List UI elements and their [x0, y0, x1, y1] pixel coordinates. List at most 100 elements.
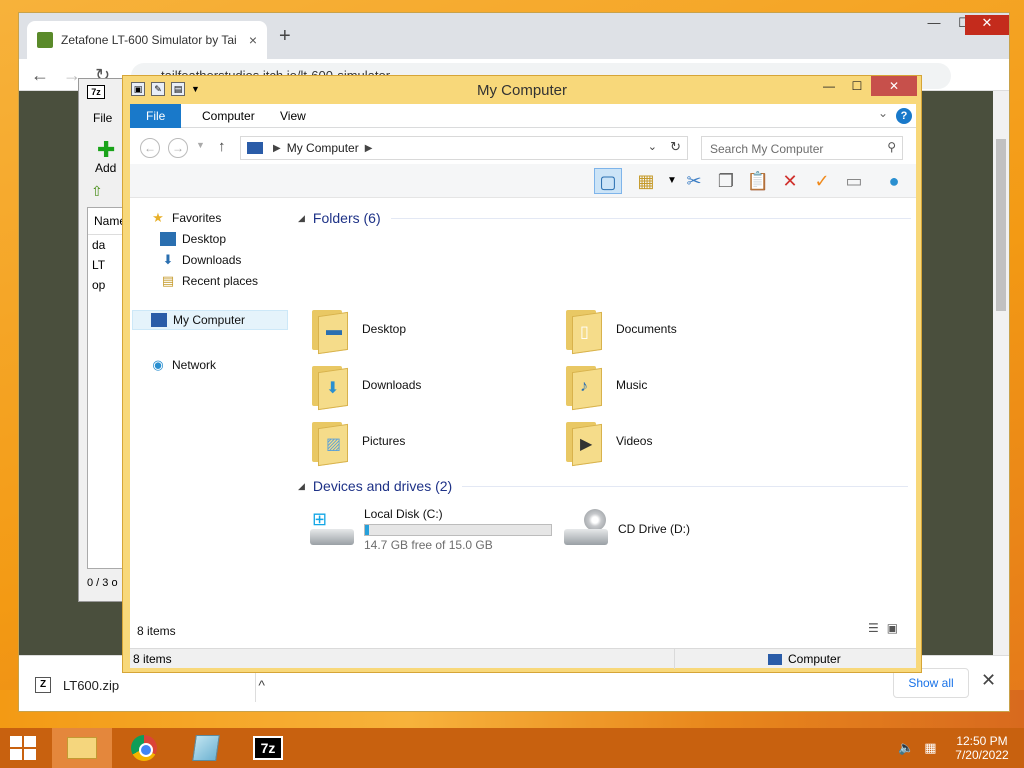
status-bar: 8 items Computer: [130, 648, 916, 669]
tab-file[interactable]: File: [130, 104, 182, 128]
volume-muted-icon[interactable]: 🔈: [898, 740, 914, 756]
address-path[interactable]: My Computer: [287, 141, 359, 155]
system-tray: 🔈 ▦: [898, 740, 936, 756]
up-arrow-icon[interactable]: ↑: [218, 138, 226, 155]
folder-icon: ▶: [564, 418, 604, 467]
search-input[interactable]: Search My Computer ⚲: [701, 136, 903, 160]
back-button[interactable]: ←: [140, 138, 160, 158]
maximize-button[interactable]: ☐: [843, 76, 871, 96]
browser-tab[interactable]: Zetafone LT-600 Simulator by Tai ×: [27, 21, 267, 59]
chevron-right-icon[interactable]: ▶: [365, 143, 373, 154]
group-header-devices[interactable]: ◢ Devices and drives (2): [298, 476, 909, 496]
window-title: My Computer: [476, 82, 568, 99]
collapse-icon[interactable]: ◢: [298, 213, 305, 224]
capacity-fill: [365, 524, 369, 535]
download-item[interactable]: Z LT600.zip ^: [35, 670, 265, 700]
folder-icon: ⬇: [310, 362, 350, 411]
refresh-icon[interactable]: ↻: [670, 139, 681, 155]
plus-icon[interactable]: ✚: [97, 137, 115, 163]
tab-computer[interactable]: Computer: [186, 104, 271, 128]
properties-icon[interactable]: ▭: [840, 168, 868, 194]
large-icons-view-icon[interactable]: ▣: [887, 621, 898, 635]
cd-drive-icon: [562, 509, 610, 549]
folder-music[interactable]: ♪ Music: [564, 360, 814, 411]
taskbar: 7z 🔈 ▦ 12:50 PM 7/20/2022: [0, 728, 1024, 768]
hard-drive-icon: ⊞: [308, 509, 356, 549]
folder-icon: ▨: [310, 418, 350, 467]
chevron-down-icon[interactable]: ⌄: [648, 140, 657, 153]
drive-local-disk[interactable]: ⊞ Local Disk (C:) 14.7 GB free of 15.0 G…: [308, 504, 568, 554]
folder-up-icon[interactable]: ⇧: [91, 183, 103, 200]
nav-downloads[interactable]: ⬇ Downloads: [160, 250, 242, 270]
nav-network[interactable]: ◉ Network: [150, 355, 216, 375]
taskbar-chrome[interactable]: [114, 728, 174, 768]
sevenzip-menu-file[interactable]: File: [93, 111, 112, 125]
collapse-icon[interactable]: ◢: [298, 481, 305, 492]
forward-button[interactable]: →: [168, 138, 188, 158]
ribbon: File Computer View ⌄ ?: [130, 104, 916, 128]
folder-check-icon[interactable]: ▦: [632, 168, 660, 194]
expand-ribbon-icon[interactable]: ⌄: [878, 106, 888, 120]
nav-my-computer[interactable]: My Computer: [132, 310, 288, 330]
chevron-right-icon[interactable]: ▶: [273, 143, 281, 154]
group-header-folders[interactable]: ◢ Folders (6): [298, 208, 911, 228]
copy-icon[interactable]: ❐: [712, 168, 740, 194]
help-icon[interactable]: ?: [896, 108, 912, 124]
taskbar-notepad[interactable]: [176, 728, 236, 768]
folder-downloads[interactable]: ⬇ Downloads: [310, 360, 560, 411]
favicon-icon: [37, 32, 53, 48]
tab-close-icon[interactable]: ×: [249, 32, 257, 48]
folder-pictures[interactable]: ▨ Pictures: [310, 416, 560, 467]
start-button[interactable]: [10, 736, 36, 760]
drive-cd[interactable]: CD Drive (D:): [562, 504, 812, 554]
minimize-button[interactable]: —: [815, 76, 843, 96]
paste-icon[interactable]: 📋: [744, 168, 772, 194]
folder-label: Pictures: [362, 434, 406, 448]
close-button[interactable]: ✕: [871, 76, 917, 96]
taskbar-7zip[interactable]: 7z: [238, 728, 298, 768]
browser-minimize-button[interactable]: —: [919, 15, 949, 35]
clock[interactable]: 12:50 PM 7/20/2022: [950, 734, 1014, 762]
network-globe-icon[interactable]: ●: [880, 168, 908, 194]
rename-check-icon[interactable]: ✓: [808, 168, 836, 194]
cut-icon[interactable]: ✂: [680, 168, 708, 194]
chevron-up-icon[interactable]: ^: [258, 677, 265, 693]
search-placeholder: Search My Computer: [710, 142, 824, 156]
explorer-titlebar[interactable]: ▣ ✎ ▤ ▼ My Computer — ☐ ✕: [123, 76, 921, 104]
chrome-icon: [131, 735, 157, 761]
nav-desktop[interactable]: Desktop: [160, 229, 226, 249]
folder-icon: [67, 737, 97, 759]
folder-videos[interactable]: ▶ Videos: [564, 416, 814, 467]
preview-pane-icon[interactable]: ▢: [594, 168, 622, 194]
folder-label: Desktop: [362, 322, 407, 336]
new-tab-button[interactable]: +: [279, 25, 291, 48]
address-bar[interactable]: ▶ My Computer ▶ ⌄ ↻: [240, 136, 688, 160]
details-view-icon[interactable]: ☰: [868, 621, 879, 635]
computer-icon: [151, 313, 167, 327]
content-pane: ◢ Folders (6) ▬ Desktop ▯ Documents ⬇ Do…: [290, 198, 916, 648]
tab-view[interactable]: View: [264, 104, 322, 128]
network-icon[interactable]: ▦: [924, 740, 936, 756]
nav-recent-places[interactable]: ▤ Recent places: [160, 271, 258, 291]
folder-documents[interactable]: ▯ Documents: [564, 304, 814, 355]
star-icon: ★: [152, 210, 164, 225]
divider: [674, 649, 675, 669]
search-icon[interactable]: ⚲: [887, 140, 896, 154]
scrollbar-thumb[interactable]: [996, 139, 1006, 311]
sevenzip-add-label[interactable]: Add: [95, 161, 116, 175]
recent-locations-icon[interactable]: ▼: [196, 140, 205, 150]
network-icon: ◉: [152, 357, 164, 372]
drive-label: Local Disk (C:): [364, 506, 443, 521]
page-scrollbar[interactable]: [993, 91, 1009, 655]
folder-desktop[interactable]: ▬ Desktop: [310, 304, 560, 355]
view-switcher: ☰ ▣: [868, 621, 898, 635]
taskbar-file-explorer[interactable]: [52, 728, 112, 768]
download-bar-close-icon[interactable]: ✕: [981, 670, 996, 691]
back-icon[interactable]: ←: [31, 65, 49, 86]
tab-title: Zetafone LT-600 Simulator by Tai: [61, 33, 237, 47]
folder-icon: ▬: [310, 306, 350, 355]
delete-icon[interactable]: ✕: [776, 168, 804, 194]
navigation-pane: ★ Favorites Desktop ⬇ Downloads ▤ Recent…: [130, 198, 290, 648]
nav-favorites[interactable]: ★ Favorites: [150, 208, 221, 228]
browser-close-button[interactable]: ✕: [965, 15, 1009, 35]
